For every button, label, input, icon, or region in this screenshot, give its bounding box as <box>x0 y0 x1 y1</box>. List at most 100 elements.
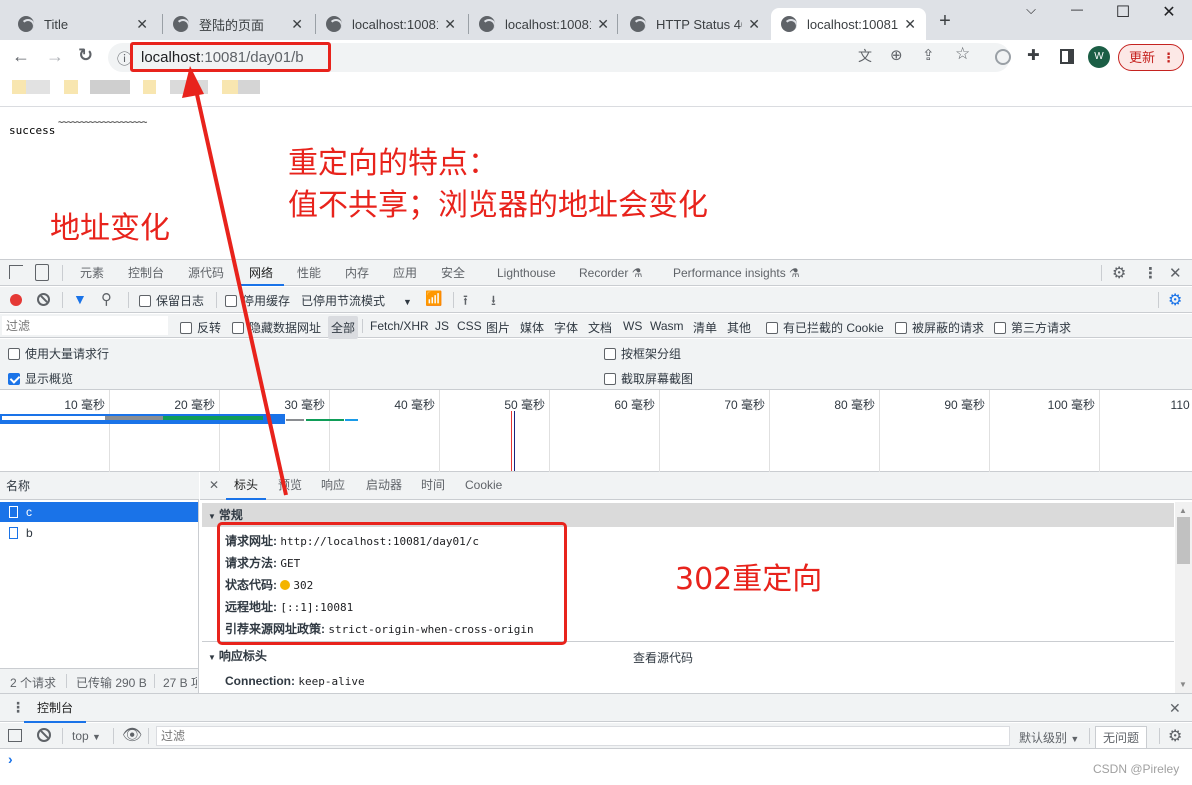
request-row[interactable]: c <box>0 502 198 522</box>
new-tab-button[interactable]: + <box>930 10 960 33</box>
filter-type-other[interactable]: 其他 <box>727 319 751 336</box>
bookmark-item[interactable] <box>64 80 78 94</box>
export-har-icon[interactable]: ⭳ <box>491 290 496 314</box>
devtools-tab-performance[interactable]: 性能 <box>297 260 321 286</box>
hide-data-urls-checkbox[interactable]: 隐藏数据网址 <box>232 319 321 336</box>
close-tab-icon[interactable]: ✕ <box>444 16 456 33</box>
detail-tab-response[interactable]: 响应 <box>321 472 345 500</box>
detail-tab-preview[interactable]: 预览 <box>278 472 302 500</box>
filter-type-doc[interactable]: 文档 <box>588 319 612 336</box>
tab-search-dropdown[interactable]: ⌵ <box>1016 2 1046 18</box>
browser-tab[interactable]: localhost:10081 ✕ <box>469 8 619 40</box>
extension-icon[interactable] <box>995 49 1011 65</box>
devtools-tab-application[interactable]: 应用 <box>393 260 417 286</box>
devtools-tab-security[interactable]: 安全 <box>441 260 465 286</box>
forward-button[interactable]: → <box>46 46 64 67</box>
filter-type-manifest[interactable]: 清单 <box>693 319 717 336</box>
log-level-select[interactable]: 默认级别 ▼ <box>1019 729 1079 746</box>
filter-type-font[interactable]: 字体 <box>554 319 578 336</box>
group-by-frame-checkbox[interactable]: 按框架分组 <box>604 345 681 362</box>
devtools-tab-memory[interactable]: 内存 <box>345 260 369 286</box>
issues-button[interactable]: 无问题 <box>1095 726 1148 749</box>
capture-screenshots-checkbox[interactable]: 截取屏幕截图 <box>604 370 693 387</box>
close-drawer-icon[interactable]: ✕ <box>1169 700 1181 717</box>
view-source-link[interactable]: 查看源代码 <box>633 649 693 666</box>
blocked-requests-checkbox[interactable]: 被屏蔽的请求 <box>895 319 984 336</box>
reload-button[interactable]: ↻ <box>78 45 93 66</box>
throttling-select[interactable]: 已停用节流模式 ▼ <box>301 292 412 309</box>
scrollbar-thumb[interactable] <box>1177 517 1190 564</box>
network-filter-input[interactable] <box>2 316 168 335</box>
bookmark-item[interactable] <box>26 80 50 94</box>
filter-type-css[interactable]: CSS <box>457 319 482 333</box>
filter-type-ws[interactable]: WS <box>623 319 642 333</box>
bookmark-item[interactable] <box>238 80 260 94</box>
detail-tab-cookies[interactable]: Cookie <box>465 472 502 500</box>
close-tab-icon[interactable]: ✕ <box>291 16 303 33</box>
maximize-button[interactable]: ☐ <box>1108 2 1138 22</box>
bookmark-item[interactable] <box>143 80 156 94</box>
scroll-down-arrow-icon[interactable]: ▼ <box>1179 680 1187 689</box>
browser-tab[interactable]: Title ✕ <box>8 8 158 40</box>
back-button[interactable]: ← <box>12 46 30 67</box>
browser-tab-active[interactable]: localhost:10081 ✕ <box>771 8 926 40</box>
minimize-button[interactable]: — <box>1062 2 1092 16</box>
devtools-tab-console[interactable]: 控制台 <box>128 260 164 286</box>
detail-scrollbar[interactable]: ▲ ▼ <box>1175 502 1192 693</box>
zoom-icon[interactable]: ⊕ <box>890 46 903 64</box>
sidebar-toggle-icon[interactable] <box>8 729 22 742</box>
filter-type-all[interactable]: 全部 <box>328 316 359 339</box>
bookmark-item[interactable] <box>90 80 130 94</box>
filter-type-wasm[interactable]: Wasm <box>650 319 684 333</box>
close-devtools-icon[interactable]: ✕ <box>1169 264 1182 282</box>
close-tab-icon[interactable]: ✕ <box>748 16 760 33</box>
drawer-tab-console[interactable]: 控制台 <box>24 694 87 723</box>
devtools-tab-sources[interactable]: 源代码 <box>188 260 224 286</box>
devtools-tab-elements[interactable]: 元素 <box>80 260 104 286</box>
bookmark-item[interactable] <box>170 80 208 94</box>
detail-tab-headers[interactable]: 标头 <box>226 472 267 500</box>
network-conditions-icon[interactable]: 📶 <box>425 290 442 307</box>
disable-cache-checkbox[interactable]: 停用缓存 <box>225 292 290 309</box>
more-options-icon[interactable]: ⋮ <box>1143 264 1158 282</box>
network-overview-timeline[interactable]: 10 毫秒 20 毫秒 30 毫秒 40 毫秒 50 毫秒 60 毫秒 70 毫秒 80 毫秒… <box>0 390 1192 472</box>
request-list-header[interactable]: 名称 <box>0 472 199 500</box>
network-settings-gear-icon[interactable]: ⚙ <box>1168 290 1182 310</box>
invert-checkbox[interactable]: 反转 <box>180 319 221 336</box>
devtools-tab-recorder[interactable]: Recorder ⚗ <box>579 260 642 286</box>
import-har-icon[interactable]: ⭱ <box>463 290 468 314</box>
browser-tab[interactable]: localhost:10081 ✕ <box>316 8 466 40</box>
request-row[interactable]: b <box>0 523 198 543</box>
update-button[interactable]: 更新 ⋮ <box>1118 44 1184 71</box>
filter-type-img[interactable]: 图片 <box>486 319 510 336</box>
device-toolbar-icon[interactable] <box>35 264 49 281</box>
bookmark-item[interactable] <box>222 80 238 94</box>
filter-type-media[interactable]: 媒体 <box>520 319 544 336</box>
clear-icon[interactable] <box>37 293 50 306</box>
record-icon[interactable] <box>10 294 22 306</box>
close-window-button[interactable]: ✕ <box>1154 2 1184 22</box>
console-prompt-icon[interactable]: › <box>8 751 13 767</box>
puzzle-extensions-icon[interactable]: ✚ <box>1027 46 1040 64</box>
browser-tab[interactable]: HTTP Status 40 ✕ <box>620 8 770 40</box>
close-detail-icon[interactable]: ✕ <box>209 478 219 492</box>
side-panel-icon[interactable] <box>1060 49 1074 64</box>
scroll-up-arrow-icon[interactable]: ▲ <box>1179 506 1187 515</box>
detail-tab-timing[interactable]: 时间 <box>421 472 445 500</box>
filter-type-fetch-xhr[interactable]: Fetch/XHR <box>370 319 429 333</box>
large-rows-checkbox[interactable]: 使用大量请求行 <box>8 345 109 362</box>
drawer-menu-icon[interactable]: ⋮ <box>11 699 25 716</box>
bookmark-item[interactable] <box>12 80 26 94</box>
filter-icon[interactable]: ▼ <box>73 291 87 307</box>
devtools-tab-lighthouse[interactable]: Lighthouse <box>497 260 556 286</box>
filter-type-js[interactable]: JS <box>435 319 449 333</box>
bookmark-star-icon[interactable]: ☆ <box>955 44 970 64</box>
profile-avatar[interactable]: W <box>1088 46 1110 68</box>
devtools-tab-network[interactable]: 网络 <box>238 260 285 286</box>
settings-gear-icon[interactable]: ⚙ <box>1112 263 1126 283</box>
context-select[interactable]: top ▼ <box>72 729 101 743</box>
live-expression-eye-icon[interactable]: 👁 <box>122 725 142 745</box>
close-tab-icon[interactable]: ✕ <box>136 16 148 33</box>
clear-console-icon[interactable] <box>37 728 51 742</box>
share-icon[interactable]: ⇪ <box>922 46 935 64</box>
